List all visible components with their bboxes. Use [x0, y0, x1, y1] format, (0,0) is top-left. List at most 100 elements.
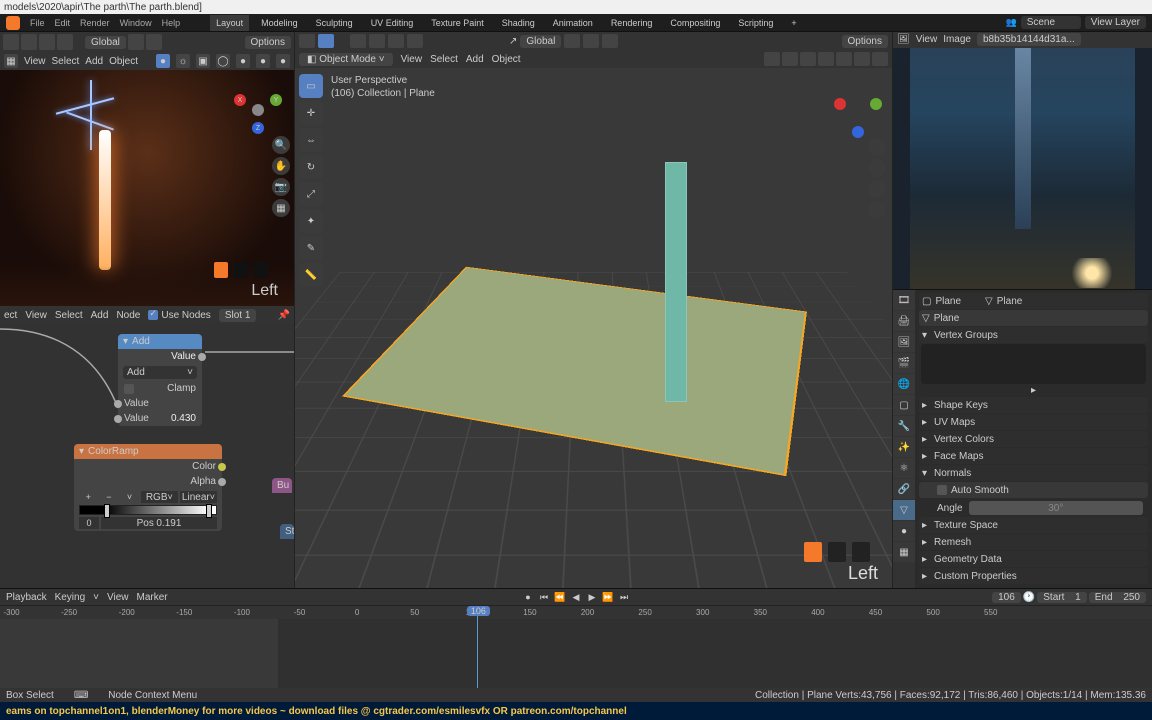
ws-add[interactable]: + [785, 15, 802, 31]
n-view[interactable]: View [25, 310, 47, 321]
select-icon[interactable] [21, 34, 37, 50]
play-rev-icon[interactable]: ◀ [569, 591, 583, 603]
node-colorramp[interactable]: ▾ColorRamp Color Alpha + − ˅ RGB ˅ Linea… [74, 444, 222, 531]
rew-key-icon[interactable]: ⏪ [553, 591, 567, 603]
fwd-key-icon[interactable]: ⏩ [601, 591, 615, 603]
t-annotate[interactable]: ✎ [299, 236, 323, 260]
ws-texpaint[interactable]: Texture Paint [425, 15, 490, 31]
n-select[interactable]: Select [55, 310, 83, 321]
persp-icon[interactable]: ▦ [272, 199, 290, 217]
tab-object-icon[interactable]: ▢ [893, 395, 915, 415]
axis-z-icon[interactable]: Z [252, 122, 264, 134]
menu-render[interactable]: Render [80, 18, 110, 28]
nav-gizmo-main[interactable] [836, 92, 880, 136]
menu-edit[interactable]: Edit [55, 18, 71, 28]
sec-normals[interactable]: ▾Normals [919, 465, 1148, 481]
fwd-end-icon[interactable]: ⏭ [617, 591, 631, 603]
nav-gizmo[interactable]: X Y Z [236, 88, 280, 132]
editor-type-icon[interactable]: ▦ [4, 54, 18, 68]
select-tool-icon[interactable] [299, 34, 315, 48]
tab-material-icon[interactable]: ● [893, 521, 915, 541]
p-view[interactable]: View [24, 56, 46, 67]
obj-name-field[interactable]: ▽Plane [919, 310, 1148, 326]
tl-keying[interactable]: Keying [55, 592, 86, 603]
vp-persp-icon[interactable] [868, 201, 886, 219]
tab-world-icon[interactable]: 🌐 [893, 374, 915, 394]
ramp-add-btn[interactable]: + [79, 491, 98, 503]
tab-render-icon[interactable]: 🎞 [893, 290, 915, 310]
tab-scene-icon[interactable]: 🎬 [893, 353, 915, 373]
axis-center[interactable] [252, 104, 264, 116]
start-frame-field[interactable]: Start 1 [1037, 592, 1086, 603]
render-mode-icon[interactable] [872, 52, 888, 66]
overlay-toggle-icon[interactable] [782, 52, 798, 66]
tab-modifier-icon[interactable]: 🔧 [893, 416, 915, 436]
tab-physics-icon[interactable]: ⚛ [893, 458, 915, 478]
menu-window[interactable]: Window [120, 18, 152, 28]
tab-output-icon[interactable]: 🖨 [893, 311, 915, 331]
ws-shading[interactable]: Shading [496, 15, 541, 31]
sec-custom[interactable]: ▸Custom Properties [919, 568, 1148, 584]
sec-vgroups[interactable]: ▾Vertex Groups [919, 327, 1148, 343]
propedit-icon[interactable] [602, 34, 618, 48]
tower-mesh[interactable] [665, 162, 687, 402]
snap-type[interactable] [146, 34, 162, 50]
current-frame-field[interactable]: 106 [992, 592, 1021, 603]
vg-expand-icon[interactable]: ▸ [1031, 385, 1036, 397]
m-axis-x-icon[interactable] [834, 98, 846, 110]
ramp-interp-select[interactable]: Linear ˅ [180, 491, 217, 503]
sec-geodata[interactable]: ▸Geometry Data [919, 551, 1148, 567]
viewport-3d[interactable]: User Perspective (106) Collection | Plan… [295, 68, 892, 588]
gizmo-toggle-icon[interactable] [764, 52, 780, 66]
timeline-ruler[interactable]: -300 -250 -200 -150 -100 -50 0 50 100 15… [0, 605, 1152, 619]
menu-file[interactable]: File [30, 18, 45, 28]
sel-lasso-icon[interactable] [407, 34, 423, 48]
v-object[interactable]: Object [492, 54, 521, 65]
sec-vcolors[interactable]: ▸Vertex Colors [919, 431, 1148, 447]
m-axis-z-icon[interactable] [852, 126, 864, 138]
matprev-icon[interactable]: ● [256, 54, 270, 68]
snap-icon[interactable] [583, 34, 599, 48]
t-cursor[interactable]: ✛ [299, 101, 323, 125]
n-ect[interactable]: ect [4, 310, 17, 321]
i-view[interactable]: View [916, 34, 938, 45]
tl-playback[interactable]: Playback [6, 592, 47, 603]
vp-zoom-icon[interactable] [868, 138, 886, 156]
p-object[interactable]: Object [109, 56, 138, 67]
wire-icon[interactable]: ◯ [216, 54, 230, 68]
axis-x-icon[interactable]: X [234, 94, 246, 106]
xray-toggle-icon[interactable] [800, 52, 816, 66]
node-math-add[interactable]: ▾Add Value Add˅ Clamp Value Value0.430 [118, 334, 202, 426]
wire-mode-icon[interactable] [818, 52, 834, 66]
ramp-del-btn[interactable]: − [100, 491, 119, 503]
tab-constraint-icon[interactable]: 🔗 [893, 479, 915, 499]
matprev-mode-icon[interactable] [854, 52, 870, 66]
ws-script[interactable]: Scripting [732, 15, 779, 31]
scene-field[interactable]: Scene [1021, 16, 1081, 29]
ws-comp[interactable]: Compositing [664, 15, 726, 31]
playhead-line[interactable] [477, 619, 478, 688]
render-preview-viewport[interactable]: X Y Z 🔍 ✋ 📷 ▦ Left [0, 70, 294, 306]
menu-help[interactable]: Help [162, 18, 181, 28]
sec-uvmaps[interactable]: ▸UV Maps [919, 414, 1148, 430]
sel-all-icon[interactable] [350, 34, 366, 48]
p-select[interactable]: Select [52, 56, 80, 67]
sec-remesh[interactable]: ▸Remesh [919, 534, 1148, 550]
autokey-icon[interactable]: ● [521, 591, 535, 603]
tab-texture-icon[interactable]: ▦ [893, 542, 915, 562]
snap-toggle[interactable] [128, 34, 144, 50]
tl-marker[interactable]: Marker [137, 592, 168, 603]
rendered-icon[interactable]: ● [276, 54, 290, 68]
v-add[interactable]: Add [466, 54, 484, 65]
sec-facemaps[interactable]: ▸Face Maps [919, 448, 1148, 464]
ramp-tools-btn[interactable]: ˅ [120, 491, 139, 503]
node-bump-partial[interactable]: Bu [272, 478, 292, 493]
vgroups-list[interactable] [921, 344, 1146, 384]
ramp-mode-select[interactable]: RGB ˅ [141, 491, 178, 503]
n-add[interactable]: Add [91, 310, 109, 321]
play-icon[interactable]: ▶ [585, 591, 599, 603]
orient-select[interactable]: Global [520, 35, 561, 48]
rotate-icon[interactable] [57, 34, 73, 50]
math-mode-select[interactable]: Add˅ [123, 366, 197, 379]
axis-y-icon[interactable]: Y [270, 94, 282, 106]
